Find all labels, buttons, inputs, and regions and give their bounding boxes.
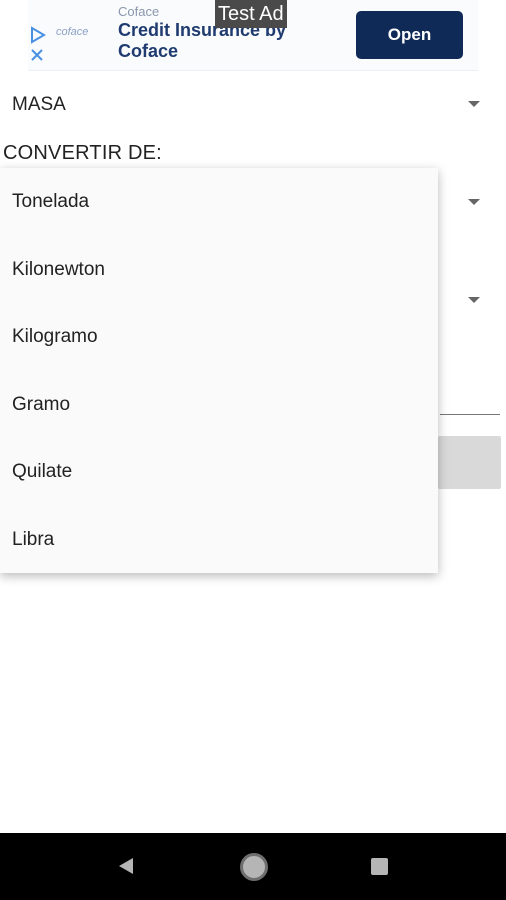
dropdown-option[interactable]: Quilate	[0, 438, 438, 506]
ad-banner[interactable]: coface Coface Credit Insurance by Coface…	[28, 0, 478, 71]
recent-apps-icon[interactable]	[371, 858, 388, 875]
close-icon[interactable]	[30, 48, 44, 62]
convert-from-label: CONVERTIR DE:	[3, 142, 162, 164]
dropdown-option[interactable]: Kilonewton	[0, 236, 438, 304]
chevron-down-icon[interactable]	[468, 297, 480, 303]
back-icon[interactable]	[118, 857, 134, 875]
ad-advertiser-name: Coface	[118, 4, 160, 19]
category-spinner-value: MASA	[12, 94, 66, 115]
test-ad-badge: Test Ad	[215, 0, 287, 28]
dropdown-option[interactable]: Tonelada	[0, 168, 438, 236]
chevron-down-icon[interactable]	[468, 199, 480, 205]
system-navigation-bar	[0, 833, 506, 900]
dropdown-option[interactable]: Kilogramo	[0, 303, 438, 371]
advertiser-logo: coface	[56, 26, 89, 38]
play-icon[interactable]	[30, 26, 46, 44]
chevron-down-icon	[468, 101, 480, 107]
dropdown-option[interactable]: Libra	[0, 506, 438, 574]
ad-open-button[interactable]: Open	[356, 11, 463, 59]
unit-dropdown-list: Tonelada Kilonewton Kilogramo Gramo Quil…	[0, 168, 438, 573]
input-underline	[440, 414, 500, 415]
dropdown-option[interactable]: Gramo	[0, 371, 438, 439]
convert-button[interactable]	[438, 436, 501, 489]
home-icon[interactable]	[240, 853, 268, 881]
